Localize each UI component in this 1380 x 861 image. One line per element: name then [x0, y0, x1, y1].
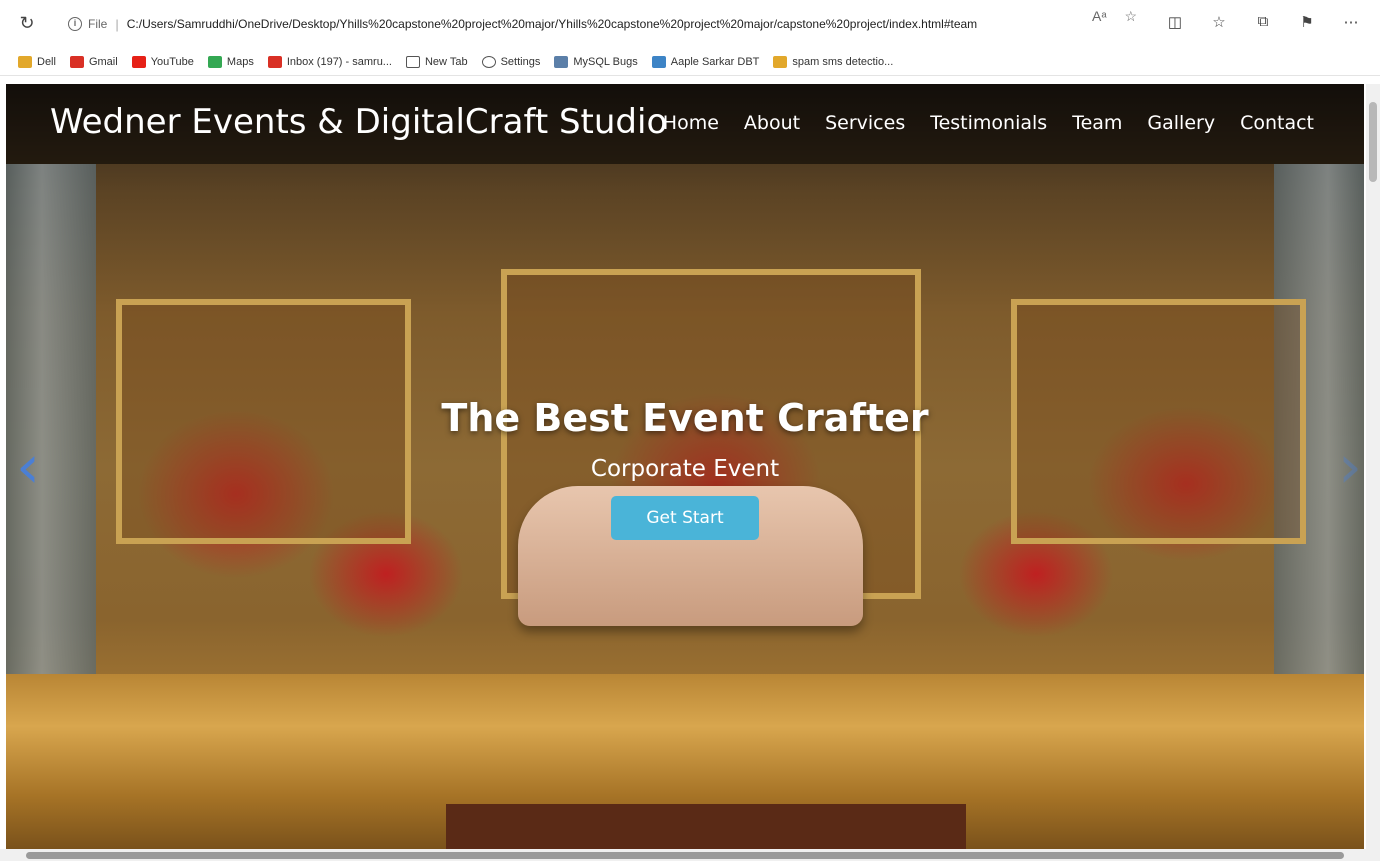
extensions-icon[interactable]: ⚑: [1298, 13, 1316, 31]
site-navbar: Wedner Events & DigitalCraft Studio Home…: [6, 84, 1364, 164]
browser-toolbar: ◫ ☆ ⧉ ⚑ ⋯: [1166, 13, 1360, 31]
site-icon: [773, 55, 788, 68]
url-text[interactable]: C:/Users/Samruddhi/OneDrive/Desktop/Yhil…: [127, 17, 1077, 31]
read-aloud-icon[interactable]: Aᵃ: [1092, 8, 1107, 25]
bookmark-maps[interactable]: Maps: [207, 55, 254, 68]
more-icon[interactable]: ⋯: [1342, 13, 1360, 31]
bookmark-label: Gmail: [88, 55, 118, 68]
nav-contact[interactable]: Contact: [1240, 112, 1314, 134]
gear-icon: [481, 55, 496, 68]
hero-caption: The Best Event Crafter Corporate Event G…: [6, 396, 1364, 540]
nav-about[interactable]: About: [744, 112, 800, 134]
nav-home[interactable]: Home: [663, 112, 719, 134]
file-label: File: [88, 17, 108, 31]
url-separator: |: [115, 16, 119, 32]
favorite-star-icon[interactable]: ☆: [1125, 8, 1138, 25]
bookmark-label: Inbox (197) - samru...: [286, 55, 392, 68]
browser-address-bar: ↻ i File | C:/Users/Samruddhi/OneDrive/D…: [0, 0, 1380, 48]
folder-icon: [18, 55, 32, 68]
maps-icon: [207, 55, 222, 68]
nav-team[interactable]: Team: [1072, 112, 1122, 134]
main-nav: Home About Services Testimonials Team Ga…: [663, 112, 1314, 134]
youtube-icon: [131, 55, 146, 68]
reload-icon[interactable]: ↻: [16, 12, 38, 34]
favorites-icon[interactable]: ☆: [1210, 13, 1228, 31]
gmail-icon: [69, 55, 84, 68]
hero-title: The Best Event Crafter: [441, 396, 929, 440]
horizontal-scroll-thumb[interactable]: [26, 852, 1344, 859]
bookmark-settings[interactable]: Settings: [481, 55, 541, 68]
bookmark-label: Maps: [226, 55, 254, 68]
site-icon: [651, 55, 666, 68]
site-brand[interactable]: Wedner Events & DigitalCraft Studio: [50, 102, 667, 142]
bookmark-youtube[interactable]: YouTube: [131, 55, 194, 68]
horizontal-scrollbar[interactable]: [0, 849, 1380, 861]
bookmark-label: Dell: [37, 55, 56, 68]
bookmark-new-tab[interactable]: New Tab: [405, 55, 468, 68]
bookmark-dell[interactable]: Dell: [18, 55, 56, 68]
nav-gallery[interactable]: Gallery: [1147, 112, 1215, 134]
url-box[interactable]: i File | C:/Users/Samruddhi/OneDrive/Des…: [58, 8, 1168, 40]
bookmark-spam-sms[interactable]: spam sms detectio...: [773, 55, 894, 68]
stage-edge: [446, 804, 966, 849]
nav-testimonials[interactable]: Testimonials: [930, 112, 1047, 134]
bookmark-label: New Tab: [424, 55, 468, 68]
carousel-next-icon[interactable]: ›: [1338, 437, 1362, 497]
url-actions: Aᵃ ☆: [1092, 8, 1137, 25]
bookmark-label: YouTube: [150, 55, 194, 68]
bookmark-aaple-sarkar[interactable]: Aaple Sarkar DBT: [651, 55, 760, 68]
bookmark-inbox[interactable]: Inbox (197) - samru...: [267, 55, 392, 68]
collections-icon[interactable]: ⧉: [1254, 13, 1272, 31]
gmail-icon: [267, 55, 282, 68]
nav-services[interactable]: Services: [825, 112, 905, 134]
bookmarks-bar: Dell Gmail YouTube Maps Inbox (197) - sa…: [0, 48, 1380, 76]
page-viewport: Wedner Events & DigitalCraft Studio Home…: [6, 84, 1364, 849]
bookmark-label: Settings: [500, 55, 541, 68]
vertical-scroll-thumb[interactable]: [1369, 102, 1377, 182]
page-icon: [405, 55, 420, 68]
carousel-prev-icon[interactable]: ‹: [16, 437, 50, 497]
bookmark-gmail[interactable]: Gmail: [69, 55, 118, 68]
info-icon[interactable]: i: [68, 17, 82, 31]
hero-subtitle: Corporate Event: [590, 456, 780, 482]
mysql-icon: [554, 55, 569, 68]
get-start-button[interactable]: Get Start: [611, 496, 759, 540]
bookmark-label: MySQL Bugs: [573, 55, 638, 68]
bookmark-label: Aaple Sarkar DBT: [670, 55, 760, 68]
split-screen-icon[interactable]: ◫: [1166, 13, 1184, 31]
vertical-scrollbar[interactable]: [1366, 84, 1380, 849]
bookmark-mysql-bugs[interactable]: MySQL Bugs: [554, 55, 638, 68]
bookmark-label: spam sms detectio...: [792, 55, 894, 68]
